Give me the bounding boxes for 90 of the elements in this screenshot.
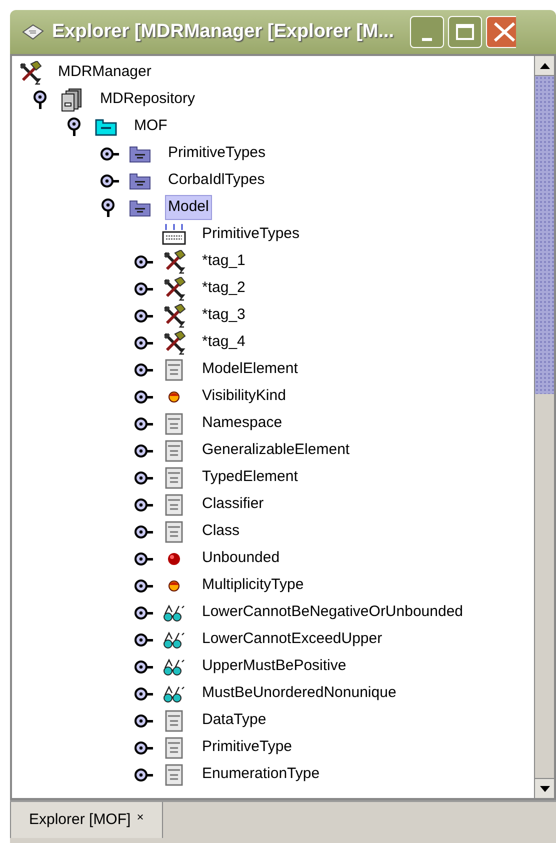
folder-icon [129,172,151,190]
window-title: Explorer [MDRManager [Explorer [M... [52,20,394,44]
tree-item[interactable]: PrimitiveTypes [199,222,303,247]
tree-item[interactable]: MDRManager [55,60,154,85]
expand-handle-icon[interactable] [100,146,120,160]
tab-close-button[interactable]: × [136,808,144,826]
down-arrow-icon [540,786,550,792]
tree-item[interactable]: *tag_2 [199,276,248,301]
tree-item[interactable]: PrimitiveTypes [165,141,269,166]
tree-item[interactable]: ModelElement [199,357,301,382]
class-icon [165,412,183,434]
expand-handle-icon[interactable] [134,254,154,268]
scroll-down-button[interactable] [535,778,554,798]
tree-item[interactable]: *tag_3 [199,303,248,328]
tree-item[interactable]: Class [199,519,243,544]
expand-handle-icon[interactable] [134,686,154,700]
tab[interactable]: Explorer [MOF] × [10,802,163,838]
tree-item[interactable]: MultiplicityType [199,573,307,598]
tree-item[interactable]: Classifier [199,492,267,517]
scroll-thumb[interactable] [535,76,554,394]
glasses-icon [162,630,186,648]
expand-handle-icon[interactable] [134,740,154,754]
glasses-icon [162,604,186,622]
tree-item[interactable]: TypedElement [199,465,301,490]
maximize-button[interactable] [448,16,482,48]
class-icon [165,520,183,542]
tree-item[interactable]: CorbaIdlTypes [165,168,268,193]
tree-item[interactable]: Model [165,195,212,220]
dot-icon [168,580,180,592]
tree-item[interactable]: VisibilityKind [199,384,289,409]
hammer-wrench-icon [162,276,186,300]
expand-handle-icon[interactable] [134,470,154,484]
hammer-wrench-icon [162,304,186,328]
close-icon [493,21,516,43]
hammer-wrench-icon [162,330,186,354]
expand-handle-icon[interactable] [134,524,154,538]
expand-handle-icon[interactable] [134,498,154,512]
expand-handle-icon[interactable] [134,282,154,296]
tree-item[interactable]: UpperMustBePositive [199,654,350,679]
hammer-wrench-icon [18,60,42,84]
dot-icon [168,390,180,402]
hammer-wrench-icon [162,250,186,274]
up-arrow-icon [540,62,550,68]
tree-item[interactable]: DataType [199,708,270,733]
class-icon [165,494,183,516]
class-icon [165,440,183,462]
window-icon [22,23,44,41]
expand-handle-icon[interactable] [134,632,154,646]
scroll-up-button[interactable] [535,56,554,76]
expand-handle-icon[interactable] [134,390,154,404]
expand-handle-icon[interactable] [134,336,154,350]
scrollbar[interactable] [534,56,554,798]
expand-handle-icon[interactable] [134,660,154,674]
expand-handle-icon[interactable] [134,606,154,620]
expand-handle-icon[interactable] [134,714,154,728]
class-icon [165,466,183,488]
close-button[interactable] [486,16,516,48]
expand-handle-icon[interactable] [134,362,154,376]
tree-item[interactable]: MDRepository [97,87,198,112]
expand-handle-icon[interactable] [134,578,154,592]
tree-item[interactable]: Namespace [199,411,286,436]
expand-handle-icon[interactable] [134,416,154,430]
file-cabinet-icon [61,88,83,112]
expand-handle-icon[interactable] [134,308,154,322]
glasses-icon [162,658,186,676]
class-icon [165,736,183,758]
expand-handle-icon[interactable] [100,174,120,188]
class-icon [165,764,183,786]
tree-item[interactable]: MustBeUnorderedNonunique [199,681,400,706]
keyboard-icon [161,224,187,246]
class-icon [165,710,183,732]
tree-item[interactable]: EnumerationType [199,762,323,787]
minimize-button[interactable] [410,16,444,48]
folder-icon [129,198,151,216]
tree-item[interactable]: LowerCannotExceedUpper [199,627,386,652]
tree-item[interactable]: Unbounded [199,546,283,571]
tree-item[interactable]: MOF [131,114,170,139]
class-icon [165,358,183,380]
expand-handle-icon[interactable] [134,768,154,782]
folder-icon [129,144,151,162]
folder-icon [95,118,117,136]
tree-item[interactable]: *tag_4 [199,330,248,355]
glasses-icon [162,684,186,702]
ball-icon [167,552,181,566]
tree-item[interactable]: LowerCannotBeNegativeOrUnbounded [199,600,466,625]
tree-item[interactable]: PrimitiveType [199,735,296,760]
expand-handle-icon[interactable] [134,444,154,458]
expand-handle-icon[interactable] [134,552,154,566]
tree-item[interactable]: GeneralizableElement [199,438,353,463]
tree-item[interactable]: *tag_1 [199,249,248,274]
